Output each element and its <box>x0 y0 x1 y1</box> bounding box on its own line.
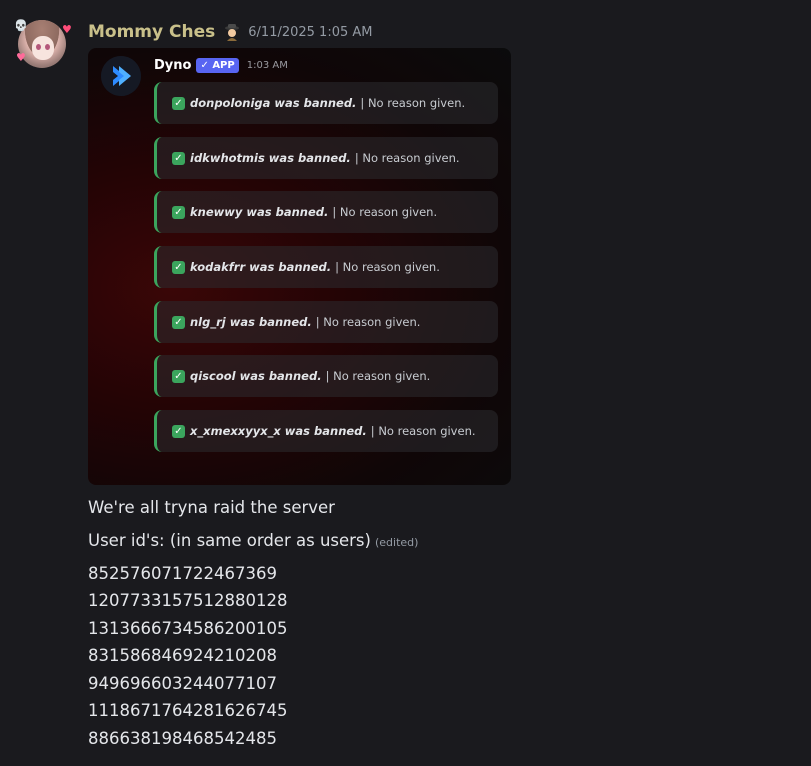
chat-message: 💀 ♥ ♥ Mommy Ches 6/11/2025 1:05 AM Dyno … <box>0 0 811 766</box>
checkmark-icon: ✓ <box>172 424 185 438</box>
user-id-line: 1118671764281626745 <box>88 701 288 720</box>
message-text: User id's: (in same order as users) (edit… <box>88 531 418 550</box>
ban-reason: | No reason given. <box>315 315 421 329</box>
ban-user: idkwhotmis was banned. <box>190 151 351 165</box>
ban-user: qiscool was banned. <box>190 369 322 383</box>
ban-user: nlg_rj was banned. <box>190 315 312 329</box>
ban-card: ✓ kodakfrr was banned. | No reason given… <box>154 246 498 288</box>
ban-reason: | No reason given. <box>335 260 440 274</box>
message-text: We're all tryna raid the server <box>88 498 335 517</box>
ban-card: ✓ knewwy was banned. | No reason given. <box>154 191 498 233</box>
user-avatar[interactable]: 💀 ♥ ♥ <box>14 16 72 72</box>
message-timestamp: 6/11/2025 1:05 AM <box>248 24 373 40</box>
ban-reason: | No reason given. <box>325 369 431 383</box>
ban-card: ✓ x_xmexxyyx_x was banned. | No reason g… <box>154 410 498 452</box>
ban-reason: | No reason given. <box>354 151 460 165</box>
user-id-line: 852576071722467369 <box>88 564 277 583</box>
message-text-line: User id's: (in same order as users) <box>88 531 371 550</box>
user-id-line: 831586846924210208 <box>88 646 277 665</box>
ban-reason: | No reason given. <box>370 424 476 438</box>
checkmark-icon: ✓ <box>172 260 185 274</box>
ban-user: x_xmexxyyx_x was banned. <box>190 424 367 438</box>
skull-icon: 💀 <box>14 19 28 32</box>
user-id-line: 949696603244077107 <box>88 674 277 693</box>
dyno-logo-icon <box>101 56 141 96</box>
ban-reason: | No reason given. <box>360 96 466 110</box>
ban-card: ✓ nlg_rj was banned. | No reason given. <box>154 301 498 343</box>
bot-name: Dyno <box>154 57 192 73</box>
checkmark-icon: ✓ <box>172 369 185 383</box>
heart-icon: ♥ <box>16 51 26 64</box>
username[interactable]: Mommy Ches <box>88 22 215 42</box>
app-badge: ✓ APP <box>196 57 239 73</box>
ban-user: kodakfrr was banned. <box>190 260 332 274</box>
ban-card: ✓ donpoloniga was banned. | No reason gi… <box>154 82 498 124</box>
heart-icon: ♥ <box>62 23 72 36</box>
ban-user: knewwy was banned. <box>190 205 329 219</box>
user-id-line: 1313666734586200105 <box>88 619 288 638</box>
bot-timestamp: 1:03 AM <box>246 59 288 71</box>
ban-card: ✓ qiscool was banned. | No reason given. <box>154 355 498 397</box>
user-id-line: 886638198468542485 <box>88 729 277 748</box>
message-header: Mommy Ches 6/11/2025 1:05 AM <box>88 20 373 44</box>
ban-card: ✓ idkwhotmis was banned. | No reason giv… <box>154 137 498 179</box>
checkmark-icon: ✓ <box>172 151 185 165</box>
edited-label: (edited) <box>374 536 419 549</box>
detective-icon[interactable] <box>224 23 240 41</box>
checkmark-icon: ✓ <box>172 315 185 329</box>
image-attachment[interactable]: Dyno ✓ APP 1:03 AM ✓ donpoloniga was ban… <box>88 48 511 485</box>
ban-reason: | No reason given. <box>332 205 438 219</box>
checkmark-icon: ✓ <box>172 96 185 110</box>
ban-user: donpoloniga was banned. <box>190 96 357 110</box>
checkmark-icon: ✓ <box>172 205 185 219</box>
dyno-avatar <box>101 56 141 96</box>
bot-header: Dyno ✓ APP 1:03 AM <box>154 56 288 74</box>
user-id-line: 1207733157512880128 <box>88 591 288 610</box>
